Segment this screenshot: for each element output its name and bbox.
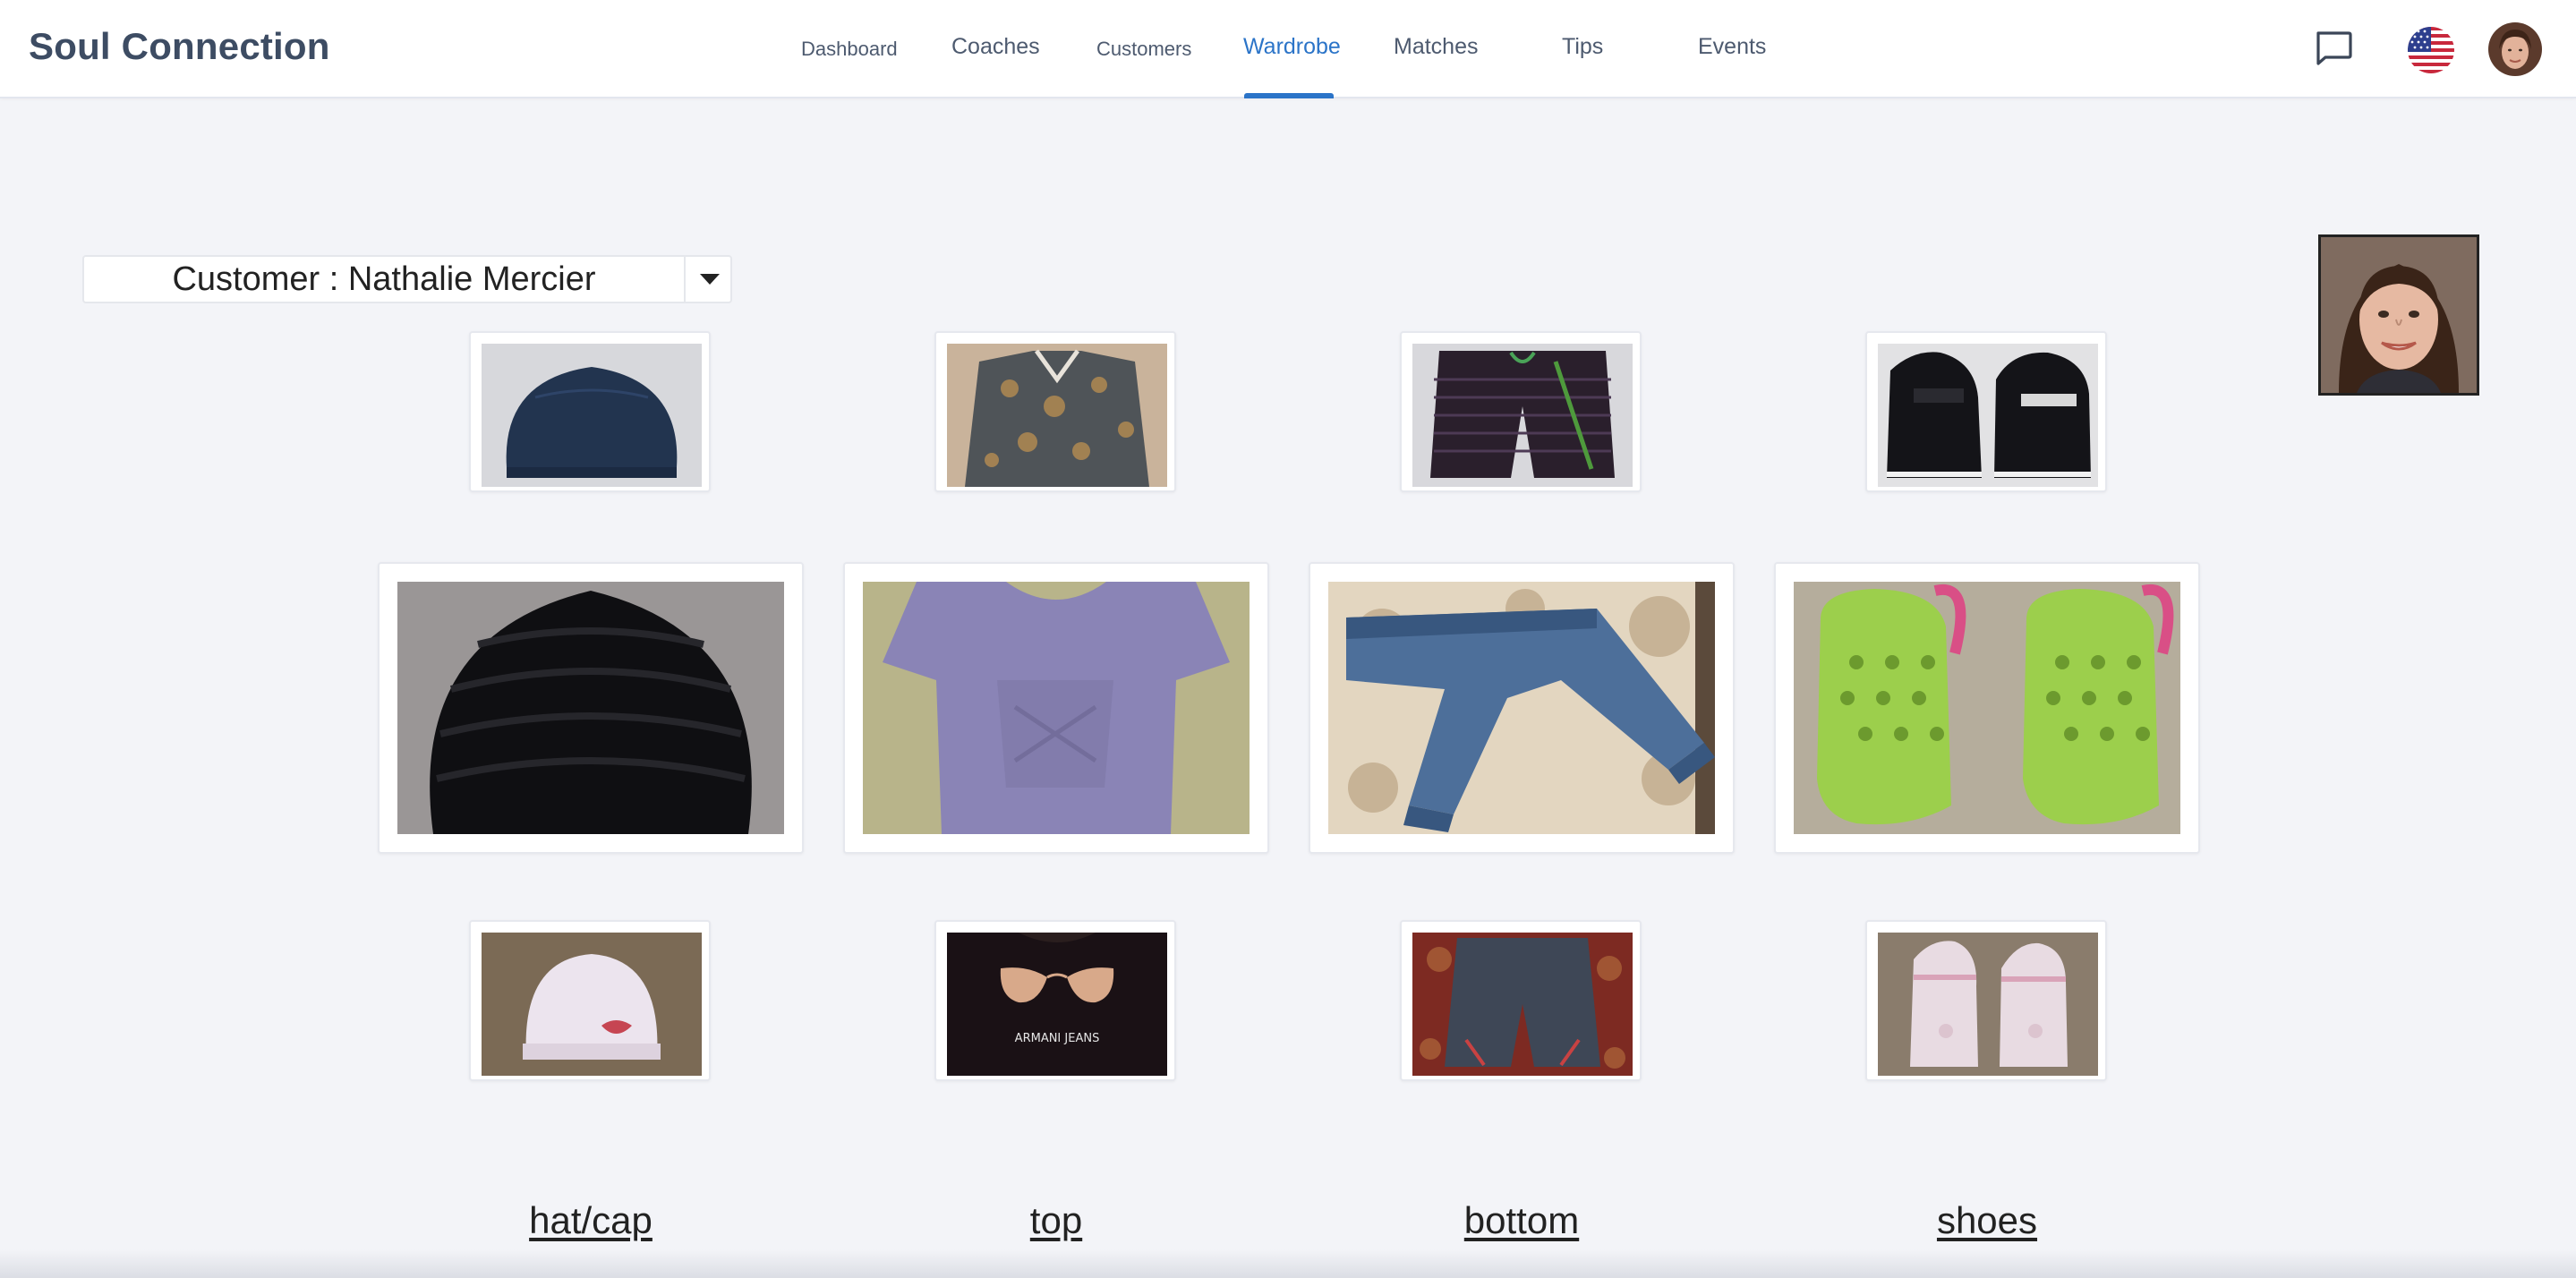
- user-avatar[interactable]: [2488, 22, 2542, 76]
- nav-wardrobe[interactable]: Wardrobe: [1243, 34, 1341, 60]
- green-clogs-image: [1794, 582, 2180, 834]
- armani-tshirt-image: ARMANI JEANS: [947, 933, 1167, 1076]
- us-flag-icon[interactable]: [2408, 27, 2454, 73]
- nav-dashboard[interactable]: Dashboard: [801, 38, 898, 61]
- customer-photo: [2318, 234, 2479, 396]
- category-hat-cap[interactable]: hat/cap: [501, 1199, 680, 1242]
- armani-print-text: ARMANI JEANS: [1015, 1032, 1100, 1045]
- wardrobe-item-patterned-blouse[interactable]: [934, 331, 1176, 492]
- nav-customers[interactable]: Customers: [1096, 38, 1191, 61]
- nav-matches[interactable]: Matches: [1394, 34, 1478, 60]
- category-top[interactable]: top: [967, 1199, 1146, 1242]
- wardrobe-item-navy-beanie[interactable]: [469, 331, 711, 492]
- black-beanie-image: [397, 582, 784, 834]
- top-navbar: Soul Connection Dashboard Coaches Custom…: [0, 0, 2576, 98]
- active-tab-indicator: [1244, 93, 1334, 98]
- nav-events[interactable]: Events: [1698, 34, 1766, 60]
- wardrobe-item-black-loafers[interactable]: [1865, 331, 2107, 492]
- lavender-tshirt-image: [863, 582, 1250, 834]
- customer-select-value: Customer : Nathalie Mercier: [172, 260, 596, 298]
- category-bottom[interactable]: bottom: [1432, 1199, 1611, 1242]
- striped-shorts-image: [1412, 344, 1633, 487]
- chat-bubble-icon[interactable]: [2315, 30, 2352, 66]
- bottom-edge-shadow: [0, 1249, 2576, 1278]
- wardrobe-item-green-clogs[interactable]: [1774, 562, 2200, 854]
- wardrobe-item-grey-shorts[interactable]: [1400, 920, 1642, 1081]
- grey-shorts-image: [1412, 933, 1633, 1076]
- black-loafers-image: [1878, 344, 2098, 487]
- navy-beanie-image: [482, 344, 702, 487]
- select-divider: [684, 257, 686, 302]
- wardrobe-item-armani-tshirt[interactable]: ARMANI JEANS: [934, 920, 1176, 1081]
- denim-joggers-image: [1328, 582, 1715, 834]
- wardrobe-item-denim-joggers[interactable]: [1309, 562, 1735, 854]
- wardrobe-item-lavender-tshirt[interactable]: [843, 562, 1269, 854]
- patterned-blouse-image: [947, 344, 1167, 487]
- caret-down-icon[interactable]: [700, 274, 720, 285]
- app-logo-title[interactable]: Soul Connection: [29, 25, 330, 68]
- wardrobe-item-striped-shorts[interactable]: [1400, 331, 1642, 492]
- wardrobe-item-pink-shoes[interactable]: [1865, 920, 2107, 1081]
- nav-tips[interactable]: Tips: [1562, 34, 1603, 60]
- nav-coaches[interactable]: Coaches: [951, 34, 1040, 60]
- category-shoes[interactable]: shoes: [1898, 1199, 2077, 1242]
- white-beanie-image: [482, 933, 702, 1076]
- wardrobe-item-white-beanie[interactable]: [469, 920, 711, 1081]
- customer-select[interactable]: Customer : Nathalie Mercier: [82, 255, 732, 303]
- wardrobe-item-black-knit-beanie[interactable]: [378, 562, 804, 854]
- pink-shoes-image: [1878, 933, 2098, 1076]
